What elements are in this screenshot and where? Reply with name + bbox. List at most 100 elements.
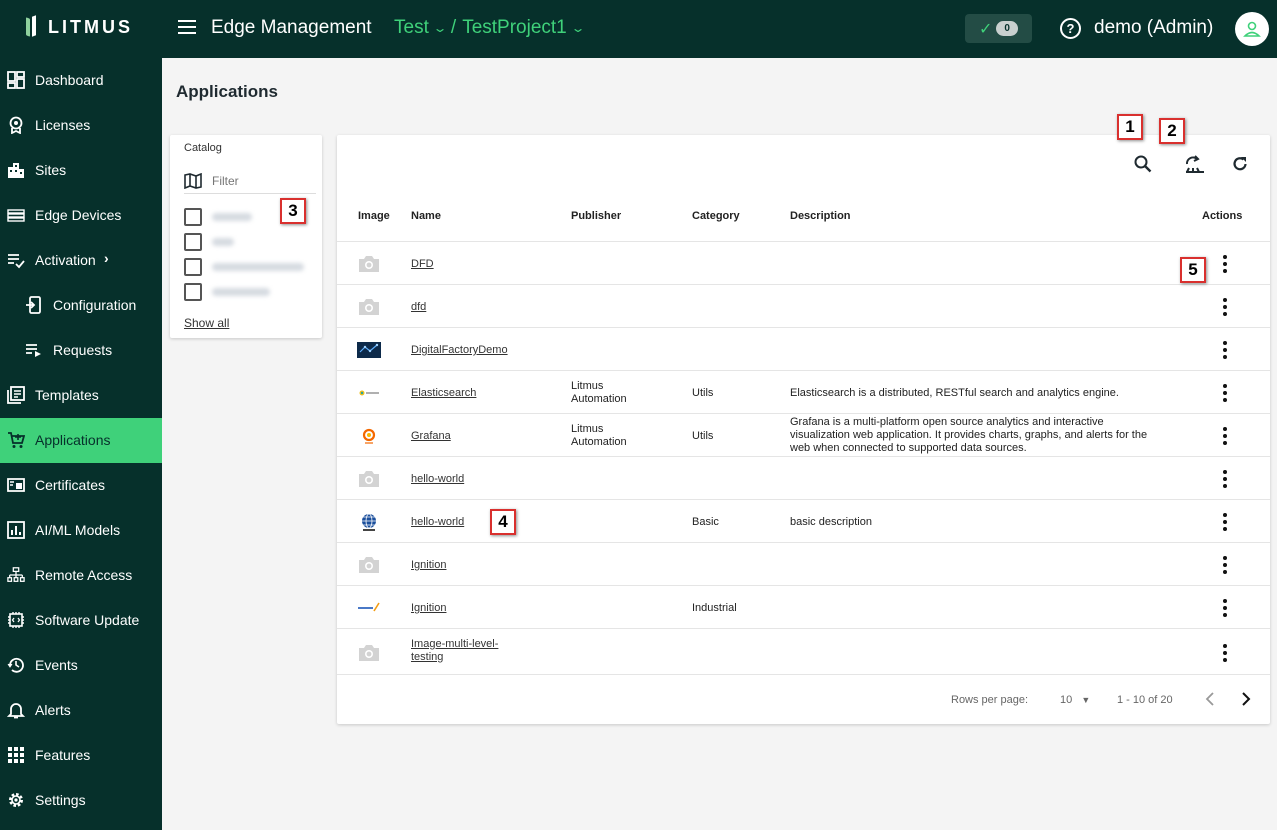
publisher-cell: Litmus Automation: [571, 380, 627, 405]
show-all-link[interactable]: Show all: [184, 316, 229, 330]
camera-placeholder-icon: [359, 557, 379, 573]
category-cell: Utils: [692, 430, 714, 442]
sync-button[interactable]: [1182, 151, 1208, 177]
playlist-play-icon: [26, 344, 41, 357]
catalog-title: Catalog: [184, 142, 222, 154]
app-name-link[interactable]: Ignition: [411, 559, 446, 571]
catalog-checkbox-row: [184, 283, 314, 301]
catalog-checkbox[interactable]: [184, 258, 202, 276]
rows-per-page-select[interactable]: 10 ▼: [1060, 694, 1090, 706]
sidebar-item-ai-ml-models[interactable]: AI/ML Models: [0, 508, 162, 553]
chevron-down-icon[interactable]: ⌄: [570, 21, 585, 35]
chevron-down-icon[interactable]: ⌄: [432, 21, 447, 35]
sidebar-item-certificates[interactable]: Certificates: [0, 463, 162, 508]
globe-logo: [362, 513, 376, 531]
status-button[interactable]: ✓ 0: [965, 14, 1032, 43]
chart-box-icon: [7, 521, 25, 539]
map-icon: [184, 172, 202, 189]
grid-icon: [8, 747, 24, 763]
app-name-link[interactable]: Elasticsearch: [411, 387, 476, 399]
column-header-description[interactable]: Description: [790, 210, 851, 222]
catalog-checkbox[interactable]: [184, 233, 202, 251]
app-name-link[interactable]: Image-multi-level-testing: [411, 638, 498, 663]
network-icon: [7, 567, 25, 582]
sidebar-item-licenses[interactable]: Licenses: [0, 103, 162, 148]
refresh-button[interactable]: [1227, 151, 1253, 177]
company-selector[interactable]: Test: [394, 17, 429, 39]
top-bar: LITMUS Edge Management Test ⌄ / TestProj…: [0, 0, 1277, 58]
hamburger-menu-icon[interactable]: [178, 20, 196, 34]
category-cell: Basic: [692, 516, 719, 528]
row-actions-menu-icon[interactable]: [1215, 426, 1235, 446]
column-header-name[interactable]: Name: [411, 210, 441, 222]
column-header-actions: Actions: [1202, 210, 1243, 222]
sidebar-item-activation[interactable]: Activation ›: [0, 238, 162, 283]
callout-marker: 1: [1117, 114, 1143, 140]
catalog-checkbox[interactable]: [184, 208, 202, 226]
ignition-logo: [358, 602, 380, 612]
sidebar-item-templates[interactable]: Templates: [0, 373, 162, 418]
device-config-icon: [26, 296, 41, 314]
sidebar-item-settings[interactable]: Settings: [0, 778, 162, 823]
filter-row: [184, 168, 316, 194]
user-icon: [1243, 21, 1261, 37]
app-name-link[interactable]: dfd: [411, 301, 426, 313]
sidebar-item-software-update[interactable]: Software Update: [0, 598, 162, 643]
gear-icon: [9, 793, 23, 807]
sidebar-item-events[interactable]: Events: [0, 643, 162, 688]
search-button[interactable]: [1130, 151, 1156, 177]
next-page-button[interactable]: [1236, 689, 1256, 709]
row-actions-menu-icon[interactable]: [1215, 643, 1235, 663]
row-actions-menu-icon[interactable]: [1215, 254, 1235, 274]
row-actions-menu-icon[interactable]: [1215, 555, 1235, 575]
rows-per-page-value: 10: [1060, 694, 1073, 706]
column-header-category[interactable]: Category: [692, 210, 740, 222]
table-row: Ignition: [337, 542, 1270, 585]
category-cell: Industrial: [692, 602, 737, 614]
sidebar-item-requests[interactable]: Requests: [0, 328, 162, 373]
server-icon: [7, 209, 25, 222]
avatar[interactable]: [1235, 12, 1269, 46]
sidebar-item-sites[interactable]: Sites: [0, 148, 162, 193]
sidebar-item-dashboard[interactable]: Dashboard: [0, 58, 162, 103]
description-cell: basic description: [790, 516, 872, 528]
sidebar-item-configuration[interactable]: Configuration: [0, 283, 162, 328]
sync-icon: [1186, 155, 1204, 173]
history-icon: [7, 657, 24, 673]
app-name-link[interactable]: hello-world: [411, 516, 464, 528]
column-header-publisher[interactable]: Publisher: [571, 210, 621, 222]
litmus-logo[interactable]: LITMUS: [26, 16, 133, 38]
sidebar-item-remote-access[interactable]: Remote Access: [0, 553, 162, 598]
sidebar-item-label: Configuration: [53, 297, 137, 313]
sidebar-item-label: Sites: [35, 162, 67, 178]
app-name-link[interactable]: hello-world: [411, 473, 464, 485]
sidebar-item-edge-devices[interactable]: Edge Devices: [0, 193, 162, 238]
sidebar-item-features[interactable]: Features: [0, 733, 162, 778]
app-name-link[interactable]: Ignition: [411, 602, 446, 614]
help-icon[interactable]: ?: [1060, 18, 1081, 39]
project-selector[interactable]: TestProject1: [462, 17, 567, 39]
app-name-link[interactable]: DFD: [411, 258, 434, 270]
previous-page-button[interactable]: [1200, 689, 1220, 709]
row-actions-menu-icon[interactable]: [1215, 598, 1235, 618]
page-title: Applications: [176, 82, 279, 101]
row-actions-menu-icon[interactable]: [1215, 297, 1235, 317]
pagination-range: 1 - 10 of 20: [1117, 694, 1173, 706]
catalog-checkbox-row: [184, 258, 314, 276]
row-actions-menu-icon[interactable]: [1215, 469, 1235, 489]
grafana-logo: [362, 428, 376, 444]
catalog-filter-input[interactable]: [212, 173, 308, 188]
user-name[interactable]: demo (Admin): [1094, 17, 1213, 39]
row-actions-menu-icon[interactable]: [1215, 340, 1235, 360]
app-name-link[interactable]: DigitalFactoryDemo: [411, 344, 508, 356]
blurred-label: [212, 263, 304, 271]
callout-marker: 2: [1159, 118, 1185, 144]
catalog-checkbox[interactable]: [184, 283, 202, 301]
dashboard-icon: [7, 71, 25, 89]
search-icon: [1134, 155, 1152, 173]
row-actions-menu-icon[interactable]: [1215, 383, 1235, 403]
app-name-link[interactable]: Grafana: [411, 430, 451, 442]
sidebar-item-alerts[interactable]: Alerts: [0, 688, 162, 733]
row-actions-menu-icon[interactable]: [1215, 512, 1235, 532]
sidebar-item-applications[interactable]: Applications: [0, 418, 162, 463]
